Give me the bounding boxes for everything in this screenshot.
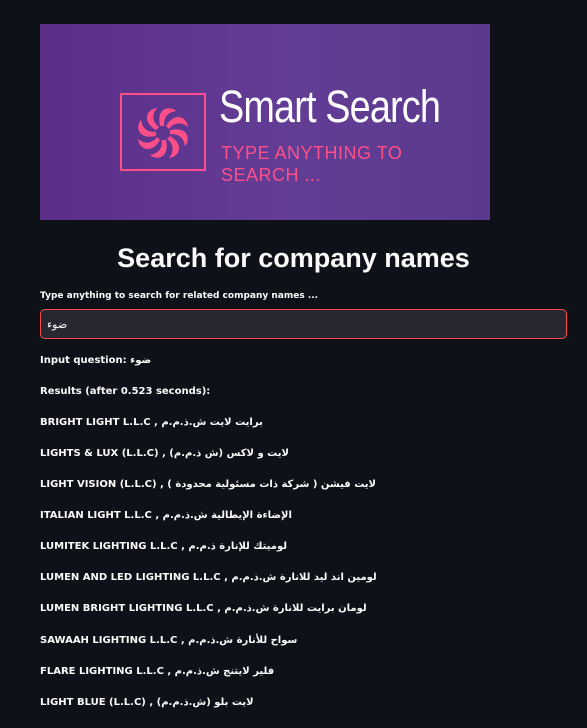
result-item: ITALIAN LIGHT L.L.C , الإضاءة الإيطالية … [40,510,292,521]
result-item: BRIGHT LIGHT L.L.C , برايت لايت ش.ذ.م.م [40,417,263,428]
logo-frame [120,93,206,171]
banner-subtitle: TYPE ANYTHING TO SEARCH ... [221,143,403,185]
page-title: Search for company names [117,243,470,273]
input-question-text: Input question: ضوء [40,355,152,366]
app-page: Smart Search TYPE ANYTHING TO SEARCH ...… [0,0,587,728]
pinwheel-logo-icon [138,108,188,158]
result-item: SAWAAH LIGHTING L.L.C , سواح للأنارة ش.ذ… [40,635,298,646]
result-item: LUMITEK LIGHTING L.L.C , لوميتك للإنارة … [40,541,287,552]
result-item: LUMEN AND LED LIGHTING L.L.C , لومين اند… [40,572,377,583]
result-item: LIGHTS & LUX (L.L.C) , (لايت و لاكس (ش ذ… [40,448,289,459]
result-item: LIGHT VISION (L.L.C) , ( لايت فيشن ( شرك… [40,479,376,490]
search-input[interactable] [47,310,557,338]
result-item: LIGHT BLUE (L.L.C) , (لايت بلو (ش.ذ.م.م [40,697,254,708]
results-header: Results (after 0.523 seconds): [40,386,211,397]
search-input-label: Type anything to search for related comp… [40,291,319,301]
smart-search-banner: Smart Search TYPE ANYTHING TO SEARCH ... [40,24,490,220]
search-field-container[interactable] [40,309,567,339]
result-item: FLARE LIGHTING L.L.C , فلير لايتنج ش.ذ.م… [40,666,275,677]
banner-title: Smart Search [219,81,441,132]
result-item: LUMEN BRIGHT LIGHTING L.L.C , لومان براي… [40,603,367,614]
